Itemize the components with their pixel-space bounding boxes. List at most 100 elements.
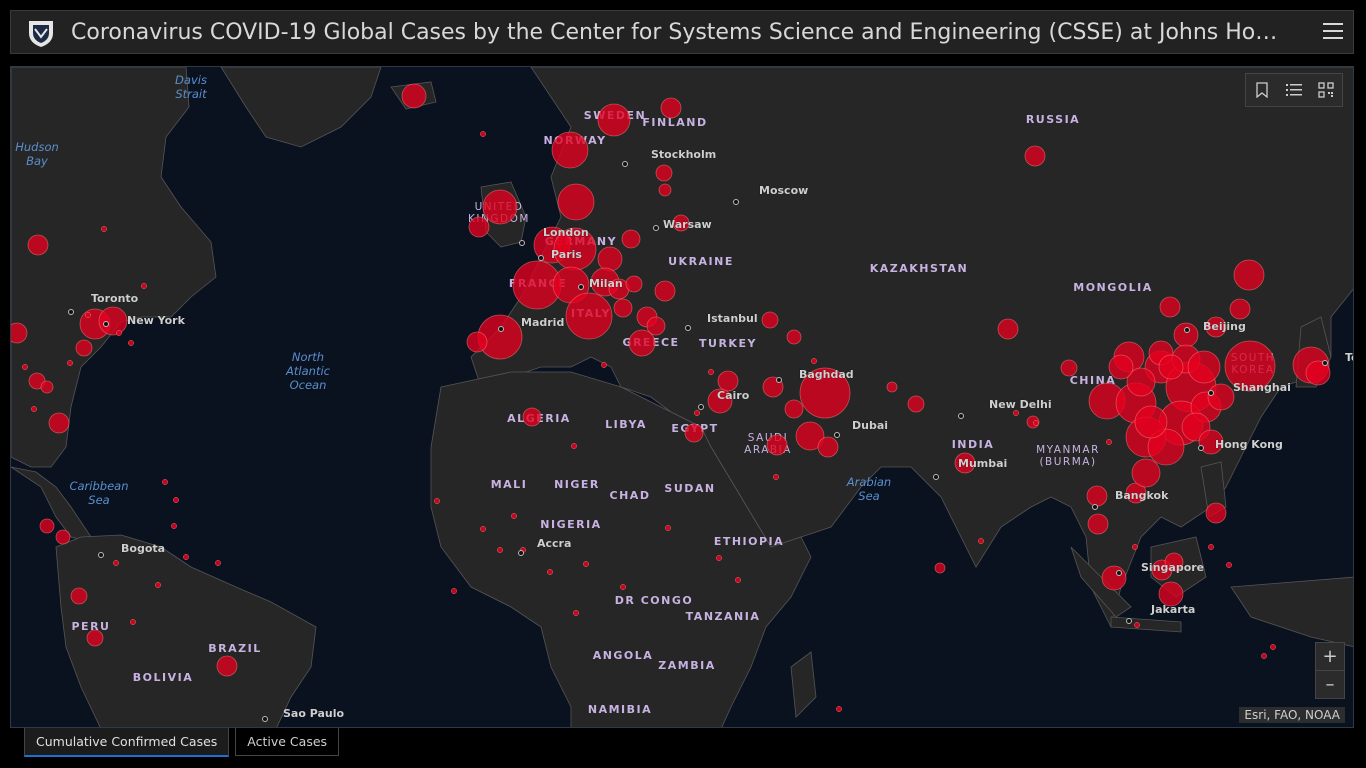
zoom-out-button[interactable]: – (1316, 670, 1344, 698)
case-circle[interactable] (1233, 259, 1265, 291)
map-canvas[interactable]: Davis StraitHudson BayNorth Atlantic OceanCa… (11, 67, 1354, 728)
case-circle[interactable] (27, 234, 49, 256)
case-circle[interactable] (1013, 410, 1019, 416)
case-circle[interactable] (1261, 653, 1267, 659)
case-circle[interactable] (55, 529, 71, 545)
case-circle[interactable] (1208, 544, 1214, 550)
zoom-in-button[interactable]: + (1316, 643, 1344, 670)
case-circle[interactable] (1159, 296, 1181, 318)
case-circle[interactable] (497, 547, 503, 553)
case-circle[interactable] (511, 513, 517, 519)
case-circle[interactable] (660, 97, 682, 119)
case-circle[interactable] (22, 364, 28, 370)
case-circle[interactable] (1158, 354, 1184, 380)
case-circle[interactable] (565, 292, 613, 340)
case-circle[interactable] (466, 331, 488, 353)
case-circle[interactable] (173, 497, 179, 503)
case-circle[interactable] (665, 525, 671, 531)
case-circle[interactable] (1207, 383, 1235, 411)
case-circle[interactable] (85, 312, 91, 318)
case-circle[interactable] (735, 577, 741, 583)
case-circle[interactable] (620, 584, 626, 590)
case-circle[interactable] (130, 619, 136, 625)
case-circle[interactable] (583, 561, 589, 567)
case-circle[interactable] (613, 298, 633, 318)
case-circle[interactable] (761, 311, 779, 329)
case-circle[interactable] (98, 306, 128, 336)
case-circle[interactable] (773, 474, 779, 480)
case-circle[interactable] (141, 283, 147, 289)
tab-active-cases[interactable]: Active Cases (235, 728, 340, 756)
case-circle[interactable] (1106, 439, 1112, 445)
case-circle[interactable] (11, 322, 28, 344)
qr-code-icon[interactable] (1310, 74, 1342, 106)
case-circle[interactable] (811, 358, 817, 364)
case-circle[interactable] (1187, 350, 1221, 384)
case-circle[interactable] (1132, 544, 1138, 550)
case-circle[interactable] (1131, 458, 1161, 488)
case-circle[interactable] (1229, 298, 1251, 320)
case-circle[interactable] (75, 339, 93, 357)
case-circle[interactable] (547, 569, 553, 575)
case-circle[interactable] (1173, 322, 1199, 348)
world-map[interactable]: Davis Strait Hudson Bay North Atlantic Ocean Ca… (10, 66, 1354, 728)
case-circle[interactable] (886, 381, 898, 393)
case-circle[interactable] (684, 423, 704, 443)
case-circle[interactable] (571, 443, 577, 449)
case-circle[interactable] (716, 555, 722, 561)
case-circle[interactable] (162, 479, 168, 485)
list-icon[interactable] (1278, 74, 1310, 106)
case-circle[interactable] (113, 560, 119, 566)
case-circle[interactable] (101, 226, 107, 232)
case-circle[interactable] (1101, 565, 1127, 591)
case-circle[interactable] (480, 131, 486, 137)
case-circle[interactable] (551, 131, 589, 169)
case-circle[interactable] (39, 518, 55, 534)
case-circle[interactable] (997, 318, 1019, 340)
case-circle[interactable] (1205, 502, 1227, 524)
case-circle[interactable] (86, 629, 104, 647)
case-circle[interactable] (522, 407, 542, 427)
case-circle[interactable] (171, 523, 177, 529)
case-circle[interactable] (766, 434, 788, 456)
case-circle[interactable] (468, 216, 490, 238)
tab-cumulative-confirmed-cases[interactable]: Cumulative Confirmed Cases (24, 728, 230, 757)
case-circle[interactable] (31, 406, 37, 412)
bookmark-icon[interactable] (1246, 74, 1278, 106)
case-circle[interactable] (1060, 359, 1078, 377)
case-circle[interactable] (597, 103, 631, 137)
case-circle[interactable] (907, 395, 925, 413)
case-circle[interactable] (654, 280, 676, 302)
case-circle[interactable] (934, 562, 946, 574)
case-circle[interactable] (621, 229, 641, 249)
case-circle[interactable] (573, 610, 579, 616)
case-circle[interactable] (1087, 513, 1109, 535)
case-circle[interactable] (1134, 405, 1168, 439)
case-circle[interactable] (597, 246, 623, 272)
case-circle[interactable] (708, 369, 714, 375)
case-circle[interactable] (67, 360, 73, 366)
case-circle[interactable] (658, 183, 672, 197)
case-circle[interactable] (128, 340, 134, 346)
case-circle[interactable] (70, 587, 88, 605)
case-circle[interactable] (1134, 622, 1140, 628)
case-circle[interactable] (480, 526, 486, 532)
case-circle[interactable] (482, 189, 518, 225)
case-circle[interactable] (155, 582, 161, 588)
case-circle[interactable] (451, 588, 457, 594)
case-circle[interactable] (717, 370, 739, 392)
case-circle[interactable] (215, 560, 221, 566)
case-circle[interactable] (401, 83, 427, 109)
case-circle[interactable] (625, 275, 643, 293)
case-circle[interactable] (48, 412, 70, 434)
case-circle[interactable] (1108, 354, 1134, 380)
case-circle[interactable] (434, 498, 440, 504)
case-circle[interactable] (1086, 485, 1108, 507)
case-circle[interactable] (1226, 562, 1232, 568)
case-circle[interactable] (601, 362, 607, 368)
case-circle[interactable] (784, 399, 804, 419)
case-circle[interactable] (646, 316, 666, 336)
case-circle[interactable] (786, 329, 802, 345)
case-circle[interactable] (836, 706, 842, 712)
case-circle[interactable] (817, 436, 839, 458)
